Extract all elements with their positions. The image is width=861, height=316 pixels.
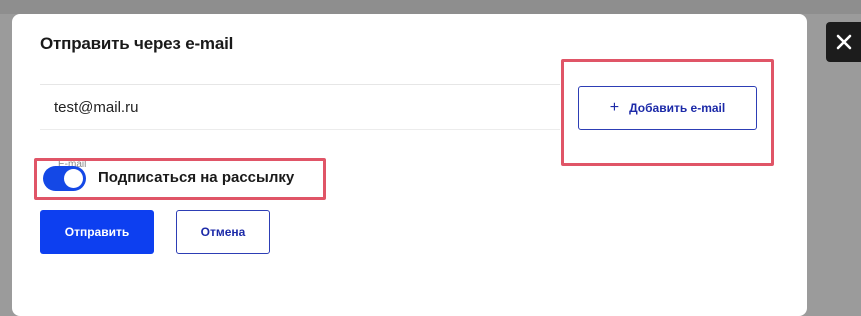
add-email-button-label: Добавить e-mail [629,101,726,115]
close-button[interactable] [826,22,861,62]
email-field-value[interactable]: test@mail.ru [54,99,138,116]
subscribe-toggle[interactable] [43,166,86,191]
dialog-title: Отправить через e-mail [40,34,234,53]
toggle-knob [64,169,83,188]
overlay-backdrop [0,0,861,14]
subscribe-toggle-label: Подписаться на рассылку [98,169,295,186]
email-field[interactable]: E-mail test@mail.ru [40,84,560,170]
plus-icon: + [609,99,620,116]
cancel-button[interactable]: Отмена [176,210,270,254]
add-email-button[interactable]: + Добавить e-mail [578,86,757,130]
close-icon [836,34,851,50]
send-button[interactable]: Отправить [40,210,154,254]
